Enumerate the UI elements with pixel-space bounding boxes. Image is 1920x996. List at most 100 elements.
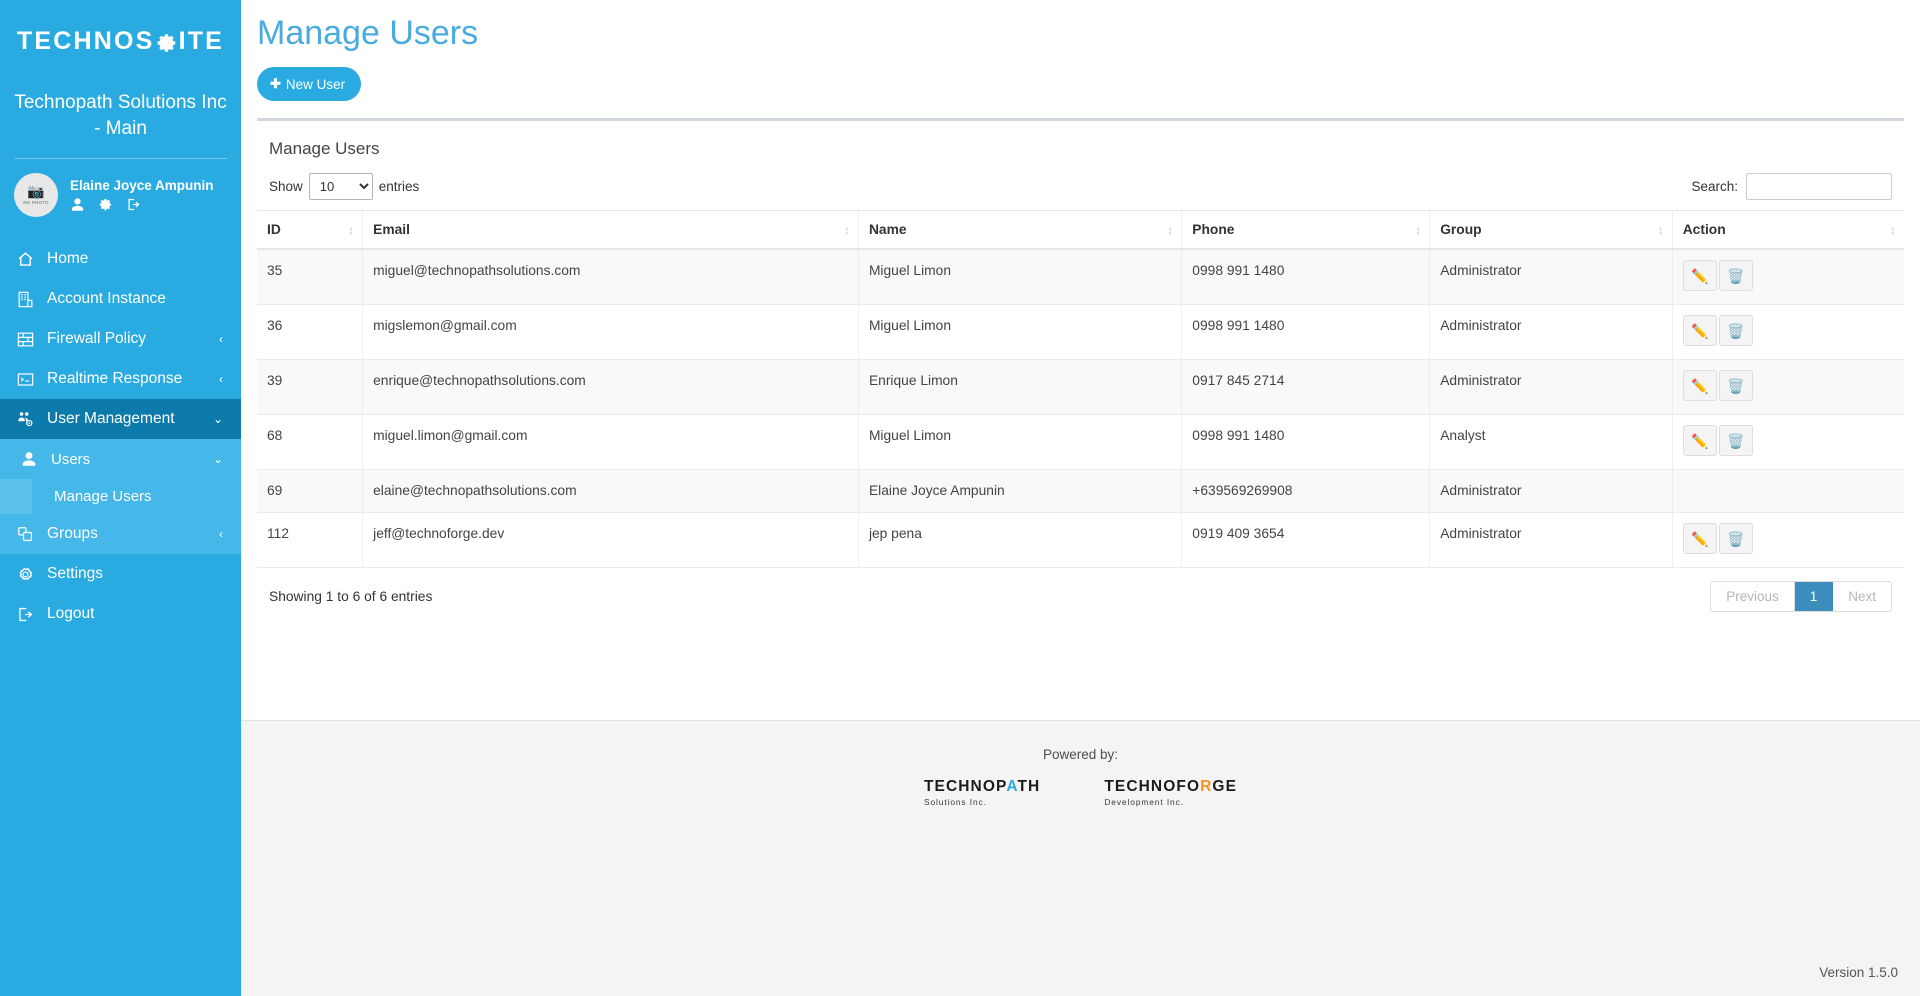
delete-button[interactable]: 🗑️ bbox=[1719, 260, 1753, 291]
sidebar-item-users[interactable]: Users ⌄ bbox=[0, 439, 241, 479]
sidebar-item-account-instance[interactable]: Account Instance bbox=[0, 279, 241, 319]
gear-icon[interactable] bbox=[98, 197, 113, 212]
pagination-previous[interactable]: Previous bbox=[1711, 582, 1795, 611]
version-label: Version 1.5.0 bbox=[1819, 965, 1898, 980]
column-label: Email bbox=[373, 222, 410, 237]
edit-button[interactable]: ✏️ bbox=[1683, 260, 1717, 291]
edit-button[interactable]: ✏️ bbox=[1683, 315, 1717, 346]
column-header-group[interactable]: Group ↕ bbox=[1430, 211, 1673, 250]
page-length-select[interactable]: 102550100 bbox=[309, 173, 373, 200]
new-user-button[interactable]: ✚ New User bbox=[257, 67, 361, 101]
cell-name: jep pena bbox=[858, 513, 1181, 568]
page-footer: Powered by: TECHNOPATH Solutions Inc. TE… bbox=[241, 720, 1920, 996]
column-label: Name bbox=[869, 222, 907, 237]
cell-id: 112 bbox=[257, 513, 363, 568]
cell-name: Miguel Limon bbox=[858, 305, 1181, 360]
building-icon bbox=[16, 290, 35, 309]
pagination-page-1[interactable]: 1 bbox=[1795, 582, 1834, 611]
row-actions: ✏️🗑️ bbox=[1683, 523, 1894, 554]
show-label: Show bbox=[269, 179, 303, 194]
brand-logo[interactable]: TECHNOS ITE bbox=[0, 0, 241, 82]
main-area: Manage Users ✚ New User Manage Users Sho… bbox=[241, 0, 1920, 996]
table-header-row: ID ↕ Email ↕ Name ↕ bbox=[257, 211, 1904, 250]
technopath-logo: TECHNOPATH Solutions Inc. bbox=[924, 778, 1040, 807]
column-header-id[interactable]: ID ↕ bbox=[257, 211, 363, 250]
logo2-accent: R bbox=[1200, 778, 1212, 795]
delete-button[interactable]: 🗑️ bbox=[1719, 315, 1753, 346]
table-row: 68miguel.limon@gmail.comMiguel Limon0998… bbox=[257, 415, 1904, 470]
page-title: Manage Users bbox=[241, 0, 1920, 53]
sort-icon: ↕ bbox=[1890, 223, 1895, 237]
entries-label: entries bbox=[379, 179, 420, 194]
cell-email: miguel@technopathsolutions.com bbox=[363, 249, 859, 305]
pagination: Previous 1 Next bbox=[1710, 581, 1892, 612]
sidebar: TECHNOS ITE Technopath Solutions Inc - M… bbox=[0, 0, 241, 996]
avatar-placeholder-label: NO PHOTO bbox=[23, 200, 49, 205]
chevron-left-icon: ‹ bbox=[219, 373, 223, 385]
sidebar-item-label: Logout bbox=[47, 605, 94, 623]
cell-phone: +639569269908 bbox=[1182, 470, 1430, 513]
delete-button[interactable]: 🗑️ bbox=[1719, 370, 1753, 401]
table-body: 35miguel@technopathsolutions.comMiguel L… bbox=[257, 249, 1904, 568]
cell-id: 35 bbox=[257, 249, 363, 305]
logo1-part2: TH bbox=[1017, 778, 1040, 795]
chevron-down-icon: ⌄ bbox=[213, 453, 223, 465]
account-name: Technopath Solutions Inc - Main bbox=[0, 82, 241, 142]
pagination-next[interactable]: Next bbox=[1833, 582, 1891, 611]
cell-group: Administrator bbox=[1430, 513, 1673, 568]
user-icon[interactable] bbox=[70, 197, 85, 212]
edit-button[interactable]: ✏️ bbox=[1683, 425, 1717, 456]
logo2-part1: TECHNOFO bbox=[1104, 778, 1200, 795]
cell-name: Enrique Limon bbox=[858, 360, 1181, 415]
chevron-left-icon: ‹ bbox=[219, 333, 223, 345]
sort-icon: ↕ bbox=[1167, 223, 1172, 237]
sidebar-item-logout[interactable]: Logout bbox=[0, 594, 241, 634]
sidebar-item-label: Account Instance bbox=[47, 290, 166, 308]
entries-info: Showing 1 to 6 of 6 entries bbox=[269, 589, 432, 604]
gear-icon bbox=[156, 32, 178, 54]
delete-button[interactable]: 🗑️ bbox=[1719, 523, 1753, 554]
column-header-name[interactable]: Name ↕ bbox=[858, 211, 1181, 250]
sidebar-item-settings[interactable]: Settings bbox=[0, 554, 241, 594]
sidebar-item-firewall-policy[interactable]: Firewall Policy ‹ bbox=[0, 319, 241, 359]
logo1-subtitle: Solutions Inc. bbox=[924, 797, 1040, 807]
gear-icon bbox=[16, 565, 35, 584]
logo2-subtitle: Development Inc. bbox=[1104, 797, 1237, 807]
cell-action bbox=[1672, 470, 1904, 513]
cell-phone: 0998 991 1480 bbox=[1182, 249, 1430, 305]
search-input[interactable] bbox=[1746, 173, 1892, 200]
logout-icon[interactable] bbox=[126, 197, 141, 212]
column-header-email[interactable]: Email ↕ bbox=[363, 211, 859, 250]
column-header-action[interactable]: Action ↕ bbox=[1672, 211, 1904, 250]
row-actions: ✏️🗑️ bbox=[1683, 260, 1894, 291]
sidebar-item-label: Firewall Policy bbox=[47, 330, 146, 348]
table-row: 36migslemon@gmail.comMiguel Limon0998 99… bbox=[257, 305, 1904, 360]
cell-email: jeff@technoforge.dev bbox=[363, 513, 859, 568]
avatar: 📷 NO PHOTO bbox=[14, 173, 58, 217]
edit-button[interactable]: ✏️ bbox=[1683, 370, 1717, 401]
logout-icon bbox=[16, 605, 35, 624]
cell-email: migslemon@gmail.com bbox=[363, 305, 859, 360]
cell-phone: 0917 845 2714 bbox=[1182, 360, 1430, 415]
column-header-phone[interactable]: Phone ↕ bbox=[1182, 211, 1430, 250]
cell-email: enrique@technopathsolutions.com bbox=[363, 360, 859, 415]
brand-text-after: ITE bbox=[179, 27, 225, 56]
cell-action: ✏️🗑️ bbox=[1672, 249, 1904, 305]
delete-button[interactable]: 🗑️ bbox=[1719, 425, 1753, 456]
sidebar-item-label: Groups bbox=[47, 525, 98, 543]
row-actions: ✏️🗑️ bbox=[1683, 425, 1894, 456]
sidebar-item-manage-users[interactable]: Manage Users bbox=[0, 479, 241, 514]
sidebar-item-groups[interactable]: Groups ‹ bbox=[0, 514, 241, 554]
sidebar-item-home[interactable]: Home bbox=[0, 239, 241, 279]
cell-name: Miguel Limon bbox=[858, 415, 1181, 470]
sort-icon: ↕ bbox=[1658, 223, 1663, 237]
sidebar-item-user-management[interactable]: User Management ⌄ bbox=[0, 399, 241, 439]
manage-users-panel: Manage Users Show 102550100 entries Sear… bbox=[257, 118, 1904, 628]
terminal-icon bbox=[16, 370, 35, 389]
logo2-part2: GE bbox=[1212, 778, 1237, 795]
edit-button[interactable]: ✏️ bbox=[1683, 523, 1717, 554]
sidebar-item-label: Manage Users bbox=[54, 488, 152, 505]
table-row: 69elaine@technopathsolutions.comElaine J… bbox=[257, 470, 1904, 513]
sidebar-item-realtime-response[interactable]: Realtime Response ‹ bbox=[0, 359, 241, 399]
cell-id: 39 bbox=[257, 360, 363, 415]
